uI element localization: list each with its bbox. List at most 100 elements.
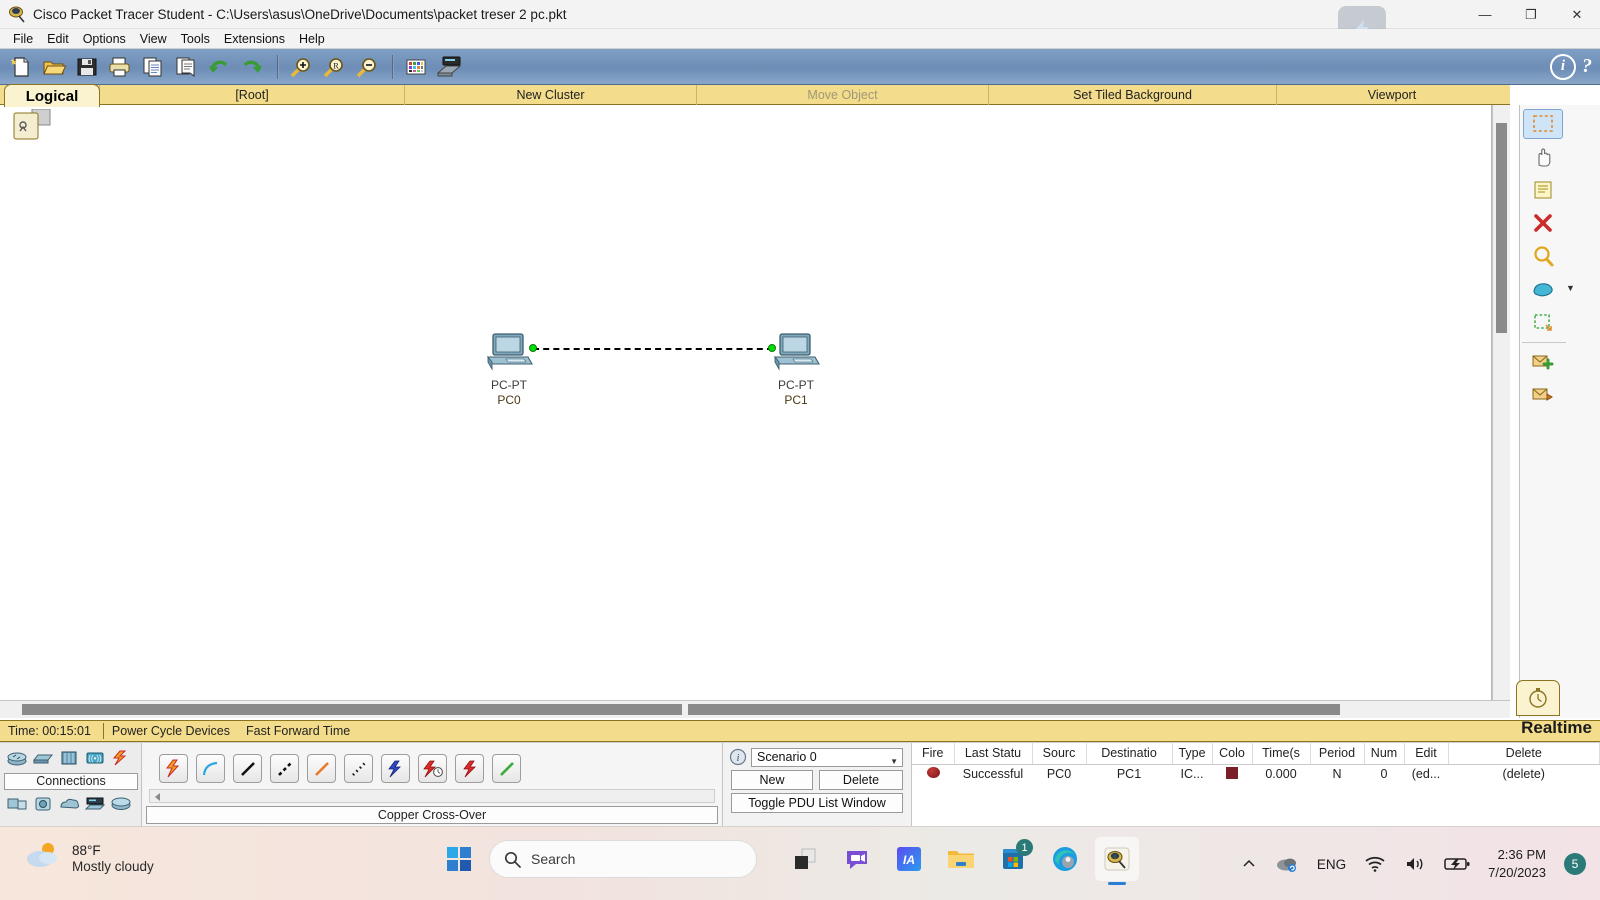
- device-pc1[interactable]: PC-PT PC1: [761, 332, 831, 407]
- paste-icon[interactable]: [171, 52, 201, 82]
- new-scenario-button[interactable]: New: [731, 770, 813, 790]
- navigation-thumbnail[interactable]: [12, 108, 58, 143]
- print-icon[interactable]: [105, 52, 135, 82]
- taskbar-clock[interactable]: 2:36 PM 7/20/2023: [1488, 846, 1546, 882]
- connections-icon[interactable]: [110, 749, 132, 767]
- inspect-icon[interactable]: [1523, 241, 1563, 271]
- connection-list-scrollbar[interactable]: [149, 789, 715, 803]
- menu-file[interactable]: File: [6, 31, 40, 47]
- security-icon[interactable]: [32, 795, 54, 813]
- menu-tools[interactable]: Tools: [174, 31, 217, 47]
- col-edit[interactable]: Edit: [1404, 743, 1449, 765]
- help-icon[interactable]: ?: [1582, 55, 1592, 78]
- packet-tracer-taskbar-icon[interactable]: S: [1095, 837, 1139, 881]
- col-destination[interactable]: Destinatio: [1086, 743, 1173, 765]
- horizontal-scroll-thumb[interactable]: [22, 704, 682, 715]
- minimize-button[interactable]: —: [1462, 0, 1508, 29]
- battery-charging-icon[interactable]: [1444, 856, 1470, 872]
- custom-devices-icon[interactable]: [434, 52, 464, 82]
- volume-icon[interactable]: [1404, 855, 1426, 873]
- copper-crossover-link[interactable]: [533, 348, 773, 350]
- table-row[interactable]: Successful PC0 PC1 IC... 0.000 N 0 (ed..…: [912, 764, 1600, 784]
- chevron-down-icon[interactable]: ▼: [890, 753, 898, 770]
- multiuser-icon[interactable]: [110, 795, 132, 813]
- coaxial-cable-icon[interactable]: [381, 754, 410, 783]
- menu-view[interactable]: View: [133, 31, 174, 47]
- menu-extensions[interactable]: Extensions: [217, 31, 292, 47]
- col-source[interactable]: Sourc: [1032, 743, 1087, 765]
- add-simple-pdu-icon[interactable]: [1523, 346, 1563, 376]
- fast-forward-time-button[interactable]: Fast Forward Time: [238, 724, 358, 738]
- show-hidden-icons-chevron[interactable]: [1241, 856, 1257, 872]
- file-explorer-icon[interactable]: [939, 837, 983, 881]
- menu-help[interactable]: Help: [292, 31, 332, 47]
- serial-dce-icon[interactable]: [418, 754, 447, 783]
- col-last-status[interactable]: Last Statu: [954, 743, 1033, 765]
- logical-view-tab[interactable]: Logical: [4, 84, 100, 107]
- move-object-button[interactable]: Move Object: [697, 84, 989, 105]
- language-indicator[interactable]: ENG: [1317, 857, 1346, 872]
- horizontal-scroll-thumb-secondary[interactable]: [688, 704, 1340, 715]
- end-devices-icon[interactable]: [6, 795, 28, 813]
- new-file-icon[interactable]: [6, 52, 36, 82]
- move-layout-icon[interactable]: [1523, 142, 1563, 172]
- wan-emulation-icon[interactable]: [58, 795, 80, 813]
- delete-icon[interactable]: [1523, 208, 1563, 238]
- onedrive-icon[interactable]: [1275, 855, 1299, 873]
- open-file-icon[interactable]: [39, 52, 69, 82]
- col-time[interactable]: Time(s: [1252, 743, 1311, 765]
- zoom-in-icon[interactable]: [286, 52, 316, 82]
- copper-straight-through-icon[interactable]: [233, 754, 262, 783]
- device-pc0[interactable]: PC-PT PC0: [474, 332, 544, 407]
- microsoft-store-icon[interactable]: 1: [991, 837, 1035, 881]
- draw-shape-icon[interactable]: [1523, 274, 1563, 304]
- custom-made-icon[interactable]: [84, 795, 106, 813]
- col-num[interactable]: Num: [1364, 743, 1405, 765]
- task-view-icon[interactable]: [783, 837, 827, 881]
- ia-app-icon[interactable]: IA: [887, 837, 931, 881]
- delete-scenario-button[interactable]: Delete: [819, 770, 903, 790]
- palette-icon[interactable]: [401, 52, 431, 82]
- col-fire[interactable]: Fire: [912, 743, 955, 765]
- copy-icon[interactable]: [138, 52, 168, 82]
- draw-shape-dropdown-caret-icon[interactable]: ▼: [1566, 283, 1578, 295]
- redo-icon[interactable]: [237, 52, 267, 82]
- add-complex-pdu-icon[interactable]: [1523, 379, 1563, 409]
- phone-cable-icon[interactable]: [344, 754, 373, 783]
- fiber-cable-icon[interactable]: [307, 754, 336, 783]
- automatically-choose-connection-icon[interactable]: [159, 754, 188, 783]
- zoom-reset-icon[interactable]: R: [319, 52, 349, 82]
- scenario-select[interactable]: Scenario 0 ▼: [751, 748, 903, 767]
- toggle-pdu-list-window-button[interactable]: Toggle PDU List Window: [731, 793, 903, 813]
- undo-icon[interactable]: [204, 52, 234, 82]
- cell-fire[interactable]: [912, 764, 954, 784]
- col-period[interactable]: Period: [1310, 743, 1365, 765]
- realtime-mode-tab[interactable]: [1516, 680, 1560, 716]
- set-tiled-background-button[interactable]: Set Tiled Background: [989, 84, 1277, 105]
- canvas-horizontal-scrollbar[interactable]: [0, 700, 1510, 718]
- new-cluster-button[interactable]: New Cluster: [405, 84, 697, 105]
- root-breadcrumb[interactable]: [Root]: [100, 84, 405, 105]
- switch-icon[interactable]: [32, 749, 54, 767]
- console-cable-icon[interactable]: [196, 754, 225, 783]
- col-delete[interactable]: Delete: [1448, 743, 1600, 765]
- col-color[interactable]: Colo: [1212, 743, 1253, 765]
- close-button[interactable]: ✕: [1554, 0, 1600, 29]
- resize-shape-icon[interactable]: [1523, 307, 1563, 337]
- info-icon[interactable]: i: [1550, 53, 1576, 80]
- power-cycle-devices-button[interactable]: Power Cycle Devices: [104, 724, 238, 738]
- copper-cross-over-icon[interactable]: [270, 754, 299, 783]
- hub-icon[interactable]: [58, 749, 80, 767]
- start-button[interactable]: [437, 837, 481, 881]
- place-note-icon[interactable]: [1523, 175, 1563, 205]
- search-input[interactable]: Search: [489, 840, 757, 878]
- canvas-vertical-scrollbar[interactable]: [1492, 105, 1510, 700]
- wireless-icon[interactable]: ((•)): [84, 749, 106, 767]
- zoom-out-icon[interactable]: [352, 52, 382, 82]
- menu-options[interactable]: Options: [76, 31, 133, 47]
- vertical-scroll-thumb[interactable]: [1496, 123, 1507, 233]
- select-tool-icon[interactable]: [1523, 109, 1563, 139]
- chat-icon[interactable]: [835, 837, 879, 881]
- cell-delete[interactable]: (delete): [1448, 764, 1600, 784]
- network-canvas[interactable]: PC-PT PC0 PC-PT PC1: [0, 105, 1492, 700]
